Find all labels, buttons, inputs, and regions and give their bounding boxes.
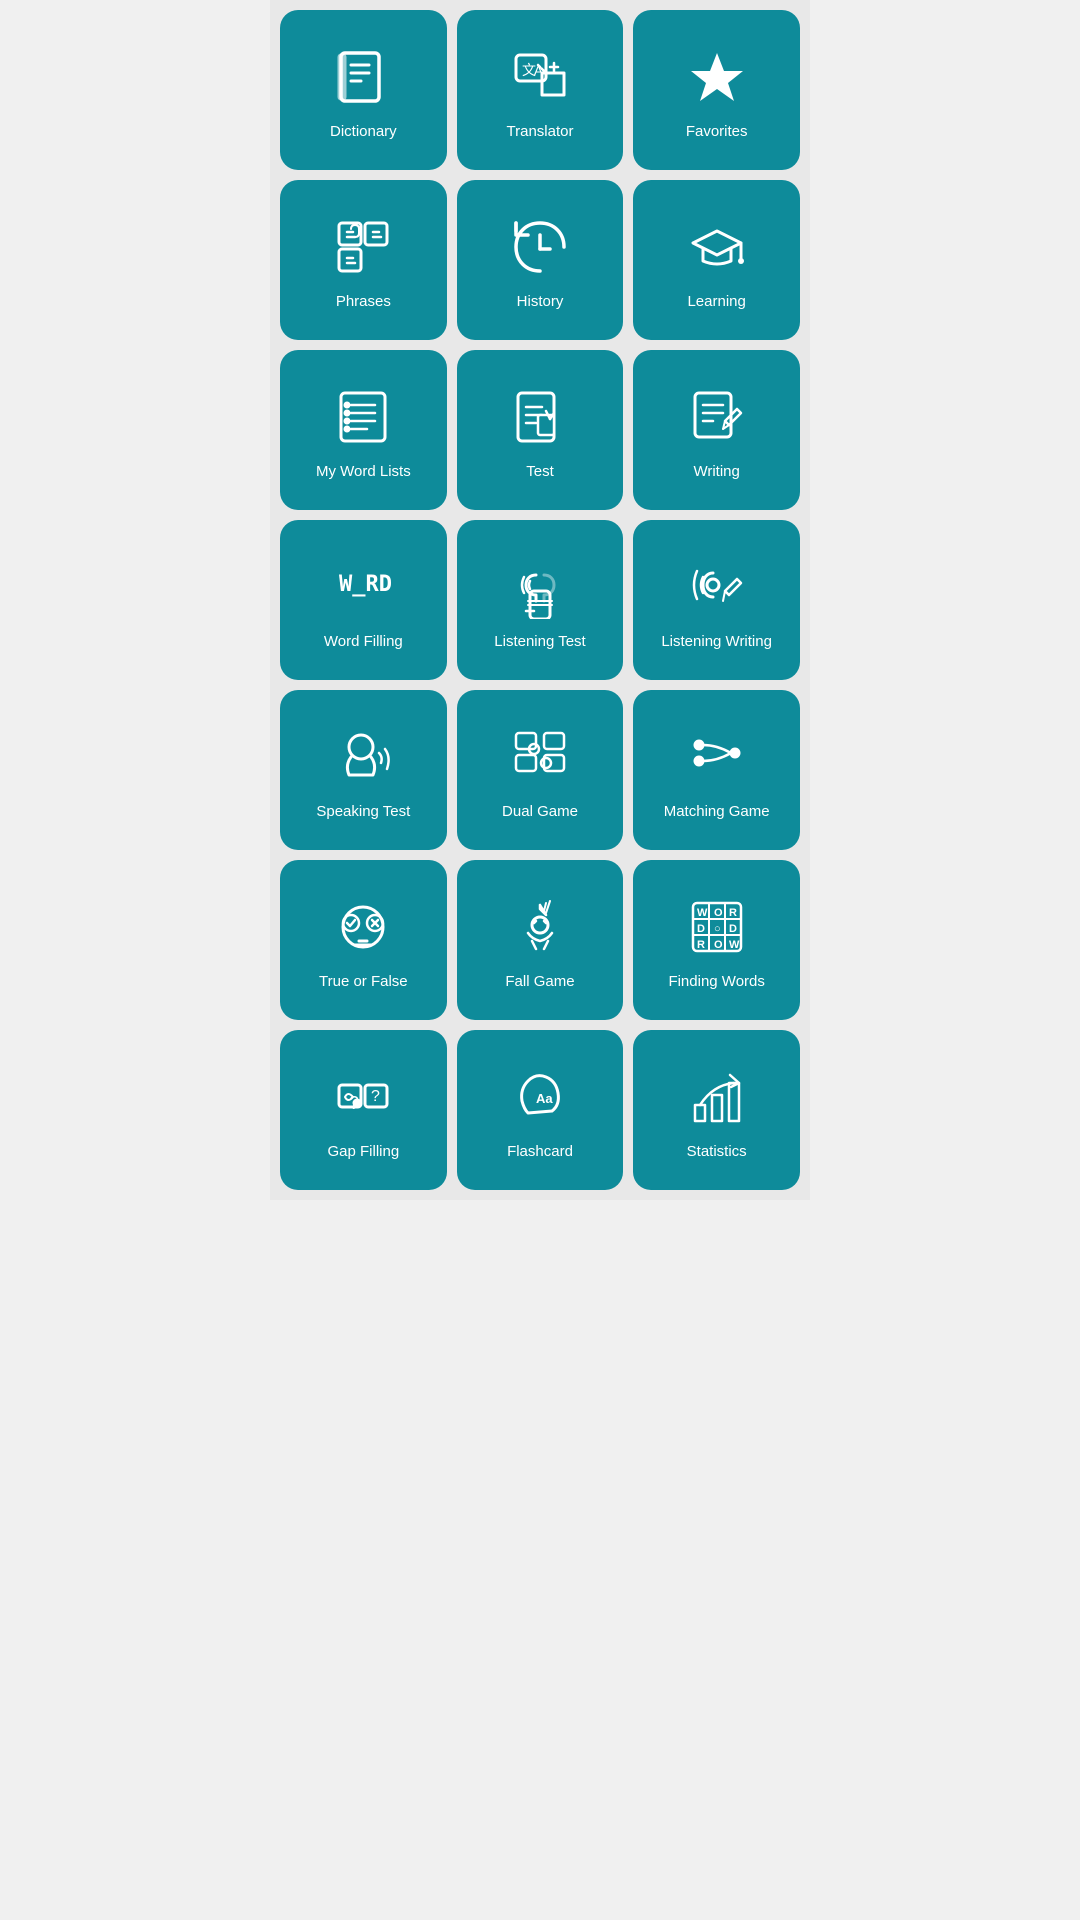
dictionary-label: Dictionary xyxy=(330,122,397,142)
tile-finding-words[interactable]: WORD○DROWFinding Words xyxy=(633,860,800,1020)
statistics-icon xyxy=(682,1062,752,1132)
test-icon xyxy=(505,382,575,452)
tile-dictionary[interactable]: Dictionary xyxy=(280,10,447,170)
statistics-label: Statistics xyxy=(687,1142,747,1162)
svg-text:W: W xyxy=(697,907,708,919)
svg-text:W: W xyxy=(729,939,740,951)
speaking-test-icon xyxy=(328,722,398,792)
word-filling-label: Word Filling xyxy=(324,632,403,652)
my-word-lists-label: My Word Lists xyxy=(316,462,411,482)
phrases-icon xyxy=(328,212,398,282)
svg-text:O: O xyxy=(714,907,723,919)
finding-words-label: Finding Words xyxy=(668,972,764,992)
translator-label: Translator xyxy=(507,122,574,142)
tile-listening-writing[interactable]: Listening Writing xyxy=(633,520,800,680)
writing-label: Writing xyxy=(693,462,739,482)
true-or-false-label: True or False xyxy=(319,972,408,992)
writing-icon xyxy=(682,382,752,452)
tile-word-filling[interactable]: W_RD Word Filling xyxy=(280,520,447,680)
svg-text:D: D xyxy=(729,923,737,935)
listening-writing-label: Listening Writing xyxy=(661,632,772,652)
tile-phrases[interactable]: Phrases xyxy=(280,180,447,340)
tile-dual-game[interactable]: Dual Game xyxy=(457,690,624,850)
tile-test[interactable]: Test xyxy=(457,350,624,510)
tile-listening-test[interactable]: Listening Test xyxy=(457,520,624,680)
history-label: History xyxy=(517,292,564,312)
favorites-icon xyxy=(682,42,752,112)
flashcard-label: Flashcard xyxy=(507,1142,573,1162)
tile-grid: Dictionary 文A Translator Favorites Phrases Hi… xyxy=(280,10,800,1190)
tile-speaking-test[interactable]: Speaking Test xyxy=(280,690,447,850)
tile-flashcard[interactable]: Aa Flashcard xyxy=(457,1030,624,1190)
tile-history[interactable]: History xyxy=(457,180,624,340)
svg-text:Aa: Aa xyxy=(536,1091,553,1106)
favorites-label: Favorites xyxy=(686,122,748,142)
gap-filling-icon: ?? xyxy=(328,1062,398,1132)
phrases-label: Phrases xyxy=(336,292,391,312)
listening-test-icon xyxy=(505,552,575,622)
test-label: Test xyxy=(526,462,554,482)
tile-true-or-false[interactable]: True or False xyxy=(280,860,447,1020)
tile-writing[interactable]: Writing xyxy=(633,350,800,510)
finding-words-icon: WORD○DROW xyxy=(682,892,752,962)
svg-text:?: ? xyxy=(371,1088,380,1105)
tile-statistics[interactable]: Statistics xyxy=(633,1030,800,1190)
svg-text:R: R xyxy=(697,939,705,951)
fall-game-icon xyxy=(505,892,575,962)
svg-text:?: ? xyxy=(349,1093,359,1113)
dual-game-label: Dual Game xyxy=(502,802,578,822)
listening-test-label: Listening Test xyxy=(494,632,585,652)
learning-label: Learning xyxy=(687,292,745,312)
my-word-lists-icon xyxy=(328,382,398,452)
gap-filling-label: Gap Filling xyxy=(327,1142,399,1162)
tile-gap-filling[interactable]: ?? Gap Filling xyxy=(280,1030,447,1190)
tile-my-word-lists[interactable]: My Word Lists xyxy=(280,350,447,510)
tile-translator[interactable]: 文A Translator xyxy=(457,10,624,170)
dual-game-icon xyxy=(505,722,575,792)
svg-text:R: R xyxy=(729,907,737,919)
tile-learning[interactable]: Learning xyxy=(633,180,800,340)
tile-matching-game[interactable]: Matching Game xyxy=(633,690,800,850)
svg-text:O: O xyxy=(714,939,723,951)
tile-fall-game[interactable]: Fall Game xyxy=(457,860,624,1020)
flashcard-icon: Aa xyxy=(505,1062,575,1132)
svg-text:W_RD: W_RD xyxy=(339,572,392,597)
history-icon xyxy=(505,212,575,282)
tile-favorites[interactable]: Favorites xyxy=(633,10,800,170)
listening-writing-icon xyxy=(682,552,752,622)
svg-text:D: D xyxy=(697,923,705,935)
matching-game-icon xyxy=(682,722,752,792)
fall-game-label: Fall Game xyxy=(505,972,574,992)
word-filling-icon: W_RD xyxy=(328,552,398,622)
translator-icon: 文A xyxy=(505,42,575,112)
dictionary-icon xyxy=(328,42,398,112)
app-container: Dictionary 文A Translator Favorites Phrases Hi… xyxy=(270,0,810,1200)
matching-game-label: Matching Game xyxy=(664,802,770,822)
learning-icon xyxy=(682,212,752,282)
speaking-test-label: Speaking Test xyxy=(316,802,410,822)
true-or-false-icon xyxy=(328,892,398,962)
svg-text:○: ○ xyxy=(714,923,721,935)
